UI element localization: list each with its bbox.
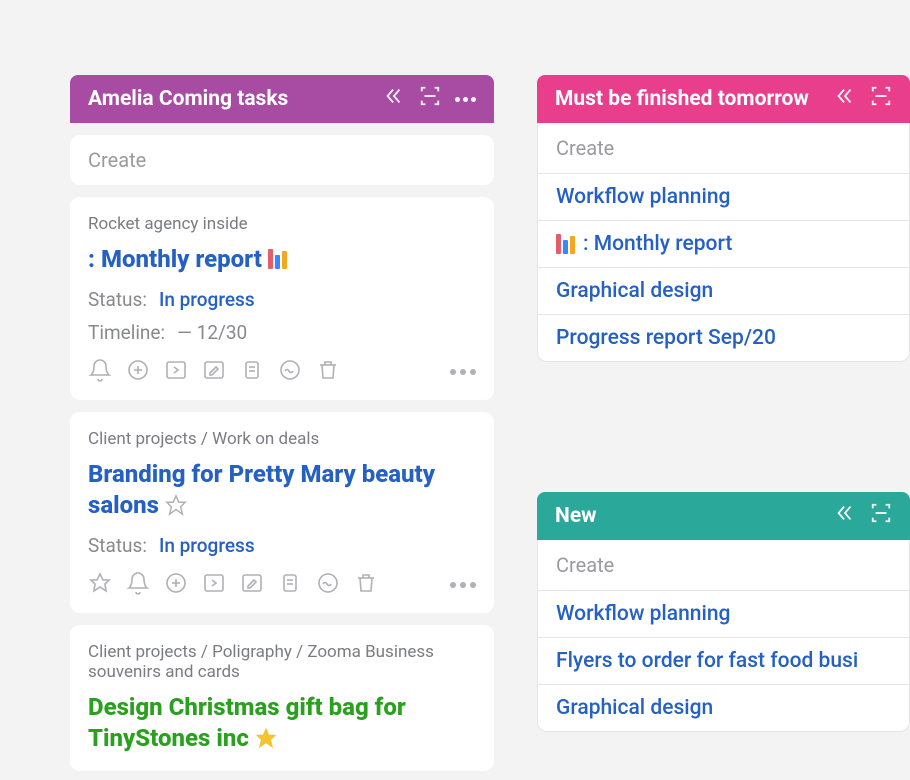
collapse-icon[interactable] (834, 85, 856, 113)
task-card[interactable]: Rocket agency inside : Monthly report St… (70, 197, 494, 400)
activity-icon[interactable] (316, 571, 340, 599)
status-value: In progress (159, 534, 255, 557)
card-title-text: Branding for Pretty Mary beauty salons (88, 460, 435, 519)
tomorrow-title: Must be finished tomorrow (555, 87, 809, 111)
card-title-row: Design Christmas gift bag for TinyStones… (88, 692, 476, 757)
card-title-row: Branding for Pretty Mary beauty salons (88, 459, 476, 524)
tomorrow-list: Create Workflow planning : Monthly repor… (537, 123, 910, 362)
list-item-label: Graphical design (556, 696, 713, 720)
list-item-label: Workflow planning (556, 185, 730, 209)
new-create-input[interactable]: Create (538, 540, 909, 591)
list-item-label: Workflow planning (556, 602, 730, 626)
status-label: Status: (88, 288, 147, 311)
more-icon[interactable] (455, 97, 476, 102)
list-item[interactable]: Flyers to order for fast food busi (538, 638, 909, 685)
move-icon[interactable] (164, 358, 188, 386)
list-item-label: Progress report Sep/20 (556, 326, 776, 350)
status-row: Status: In progress (88, 534, 476, 557)
status-row: Status: In progress (88, 288, 476, 311)
list-item-label: Graphical design (556, 279, 713, 303)
tomorrow-header: Must be finished tomorrow (537, 75, 910, 123)
card-breadcrumb: Client projects / Work on deals (88, 429, 476, 449)
plus-circle-icon[interactable] (164, 571, 188, 599)
tomorrow-widget: Must be finished tomorrow Create Workflo… (537, 75, 910, 362)
list-item-label: : Monthly report (583, 232, 732, 256)
trash-icon[interactable] (354, 571, 378, 599)
bell-icon[interactable] (88, 358, 112, 386)
bar-chart-icon (556, 234, 575, 254)
amelia-header-actions (383, 85, 476, 113)
card-more-icon[interactable] (450, 582, 476, 588)
timeline-row: Timeline: — 12/30 (88, 321, 476, 344)
bell-icon[interactable] (126, 571, 150, 599)
star-icon[interactable] (165, 493, 187, 524)
trash-icon[interactable] (316, 358, 340, 386)
list-item[interactable]: Workflow planning (538, 591, 909, 638)
amelia-header: Amelia Coming tasks (70, 75, 494, 123)
tomorrow-header-actions (834, 85, 892, 113)
edit-icon[interactable] (240, 571, 264, 599)
card-actions (88, 567, 476, 599)
new-widget: New Create Workflow planning Flyers to o… (537, 492, 910, 732)
activity-icon[interactable] (278, 358, 302, 386)
amelia-title: Amelia Coming tasks (88, 87, 288, 111)
amelia-widget: Amelia Coming tasks Create Rocket agency… (70, 75, 494, 771)
scan-icon[interactable] (870, 502, 892, 530)
tomorrow-create-input[interactable]: Create (538, 123, 909, 174)
task-card[interactable]: Client projects / Work on deals Branding… (70, 412, 494, 613)
card-breadcrumb: Rocket agency inside (88, 214, 476, 234)
plus-circle-icon[interactable] (126, 358, 150, 386)
edit-icon[interactable] (202, 358, 226, 386)
collapse-icon[interactable] (834, 502, 856, 530)
list-item[interactable]: Graphical design (538, 685, 909, 731)
collapse-icon[interactable] (383, 85, 405, 113)
card-title-prefix: : (88, 245, 101, 273)
clipboard-icon[interactable] (278, 571, 302, 599)
card-title-text: Design Christmas gift bag for TinyStones… (88, 693, 406, 752)
star-filled-icon[interactable] (255, 726, 277, 757)
card-title-row: : Monthly report (88, 244, 476, 278)
list-item[interactable]: Progress report Sep/20 (538, 315, 909, 361)
list-item-label: Flyers to order for fast food busi (556, 649, 858, 673)
timeline-label: Timeline: (88, 321, 165, 344)
bar-chart-icon (268, 250, 287, 275)
new-header-actions (834, 502, 892, 530)
clipboard-icon[interactable] (240, 358, 264, 386)
amelia-create-input[interactable]: Create (70, 135, 494, 185)
move-icon[interactable] (202, 571, 226, 599)
list-item[interactable]: Workflow planning (538, 174, 909, 221)
status-value: In progress (159, 288, 255, 311)
card-more-icon[interactable] (450, 369, 476, 375)
list-item[interactable]: : Monthly report (538, 221, 909, 268)
new-title: New (555, 504, 597, 528)
new-header: New (537, 492, 910, 540)
star-outline-icon[interactable] (88, 571, 112, 599)
list-item[interactable]: Graphical design (538, 268, 909, 315)
timeline-value: — 12/30 (177, 321, 247, 344)
scan-icon[interactable] (419, 85, 441, 113)
status-label: Status: (88, 534, 147, 557)
card-breadcrumb: Client projects / Poligraphy / Zooma Bus… (88, 642, 476, 682)
card-title-text: Monthly report (101, 245, 262, 273)
task-card[interactable]: Client projects / Poligraphy / Zooma Bus… (70, 625, 494, 771)
card-actions (88, 354, 476, 386)
scan-icon[interactable] (870, 85, 892, 113)
new-list: Create Workflow planning Flyers to order… (537, 540, 910, 732)
